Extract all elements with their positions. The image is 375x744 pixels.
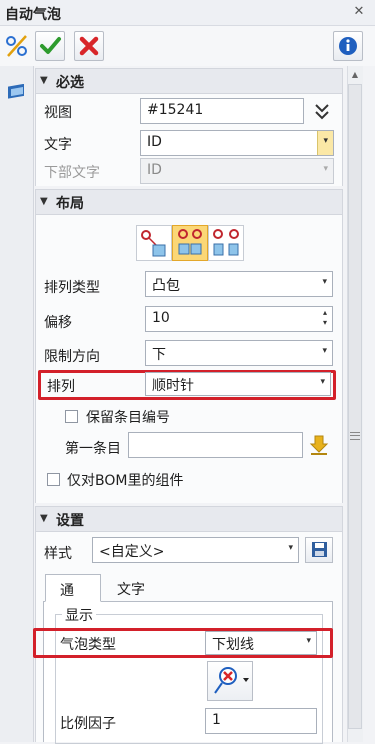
- view-label: 视图: [44, 105, 72, 121]
- ok-button[interactable]: [35, 31, 65, 61]
- style-label: 样式: [44, 546, 72, 562]
- save-icon: [312, 542, 327, 557]
- cancel-x-icon: [79, 36, 99, 56]
- chevron-down-icon: ▾: [322, 277, 327, 287]
- first-item-field[interactable]: [128, 432, 303, 458]
- section-required-header[interactable]: ▼ 必选: [35, 68, 343, 94]
- bubble-style-icon: [214, 667, 249, 694]
- info-button[interactable]: [333, 31, 363, 61]
- display-group-label: 显示: [62, 605, 96, 625]
- section-layout-header[interactable]: ▼ 布局: [35, 189, 343, 215]
- text-dropdown[interactable]: ID ▾: [140, 130, 334, 156]
- section-settings-header[interactable]: ▼ 设置: [35, 506, 343, 532]
- view-pick-icon[interactable]: [311, 99, 333, 123]
- scrollbar-thumb[interactable]: [348, 84, 362, 729]
- scroll-up-icon[interactable]: ▲: [348, 68, 362, 82]
- chevron-down-icon: ▾: [320, 377, 325, 387]
- arrange-type-label: 排列类型: [44, 280, 100, 296]
- arrange-label: 排列: [47, 379, 75, 395]
- chevron-down-icon: ▾: [322, 346, 327, 356]
- lower-text-dropdown: ID ▾: [140, 158, 334, 184]
- arrow-down-icon[interactable]: [307, 433, 331, 457]
- window-title: 自动气泡: [5, 7, 61, 23]
- lower-text-label: 下部文字: [44, 165, 100, 181]
- offset-value: 10: [152, 310, 170, 326]
- tab-general[interactable]: 通用: [45, 574, 101, 619]
- chevron-down-icon: ▾: [323, 136, 328, 146]
- bom-only-checkbox[interactable]: [47, 473, 60, 486]
- tab-text[interactable]: 文字: [103, 574, 159, 602]
- offset-label: 偏移: [44, 315, 72, 331]
- settings-wand-icon[interactable]: [3, 32, 31, 60]
- keep-item-number-checkbox[interactable]: [65, 410, 78, 423]
- scale-factor-field[interactable]: 1: [205, 708, 317, 734]
- arrange-icon: [141, 230, 166, 257]
- stepper-arrows-icon[interactable]: ▴ ▾: [323, 308, 327, 328]
- view-field[interactable]: #15241: [140, 98, 304, 124]
- scroll-grip-icon: [350, 432, 360, 440]
- offset-stepper[interactable]: 10 ▴ ▾: [145, 306, 333, 332]
- arrange-order-dropdown[interactable]: 顺时针 ▾: [145, 372, 331, 396]
- side-panel-icon[interactable]: [6, 83, 28, 104]
- bubble-type-value: 下划线: [212, 637, 254, 653]
- bubble-type-label: 气泡类型: [60, 637, 116, 653]
- bubble-type-dropdown[interactable]: 下划线 ▾: [205, 631, 317, 655]
- limit-direction-label: 限制方向: [44, 349, 100, 365]
- keep-item-number-label: 保留条目编号: [86, 410, 170, 426]
- collapse-arrow-icon: ▼: [40, 513, 48, 524]
- collapse-arrow-icon: ▼: [40, 75, 48, 86]
- save-style-button[interactable]: [305, 537, 333, 563]
- arrange-style-1-button[interactable]: [136, 225, 172, 261]
- arrange-type-value: 凸包: [152, 278, 180, 294]
- limit-direction-dropdown[interactable]: 下 ▾: [145, 340, 333, 366]
- style-value: <自定义>: [99, 544, 165, 560]
- arrange-order-value: 顺时针: [152, 378, 194, 394]
- arrange-type-dropdown[interactable]: 凸包 ▾: [145, 271, 333, 297]
- first-item-label: 第一条目: [65, 441, 121, 457]
- arrange-icon: [178, 229, 202, 255]
- text-dropdown-value: ID: [147, 134, 162, 150]
- arrange-style-2-button[interactable]: [172, 225, 208, 261]
- chevron-down-icon: ▾: [323, 164, 328, 174]
- lower-text-value: ID: [147, 162, 162, 178]
- chevron-down-icon: ▾: [288, 543, 293, 553]
- left-tool-strip: [0, 66, 34, 742]
- limit-direction-value: 下: [152, 347, 166, 363]
- chevron-down-icon: ▾: [306, 636, 311, 646]
- arrange-icon: [213, 229, 239, 256]
- text-label: 文字: [44, 137, 72, 153]
- info-icon: [339, 37, 357, 55]
- bom-only-label: 仅对BOM里的组件: [67, 473, 184, 489]
- cancel-button[interactable]: [74, 31, 104, 61]
- style-dropdown[interactable]: <自定义> ▾: [92, 537, 299, 563]
- ok-check-icon: [40, 37, 61, 54]
- arrange-style-3-button[interactable]: [208, 225, 244, 261]
- close-icon[interactable]: ✕: [352, 5, 366, 19]
- scale-factor-label: 比例因子: [60, 716, 116, 732]
- bubble-style-button[interactable]: [207, 661, 253, 701]
- collapse-arrow-icon: ▼: [40, 196, 48, 207]
